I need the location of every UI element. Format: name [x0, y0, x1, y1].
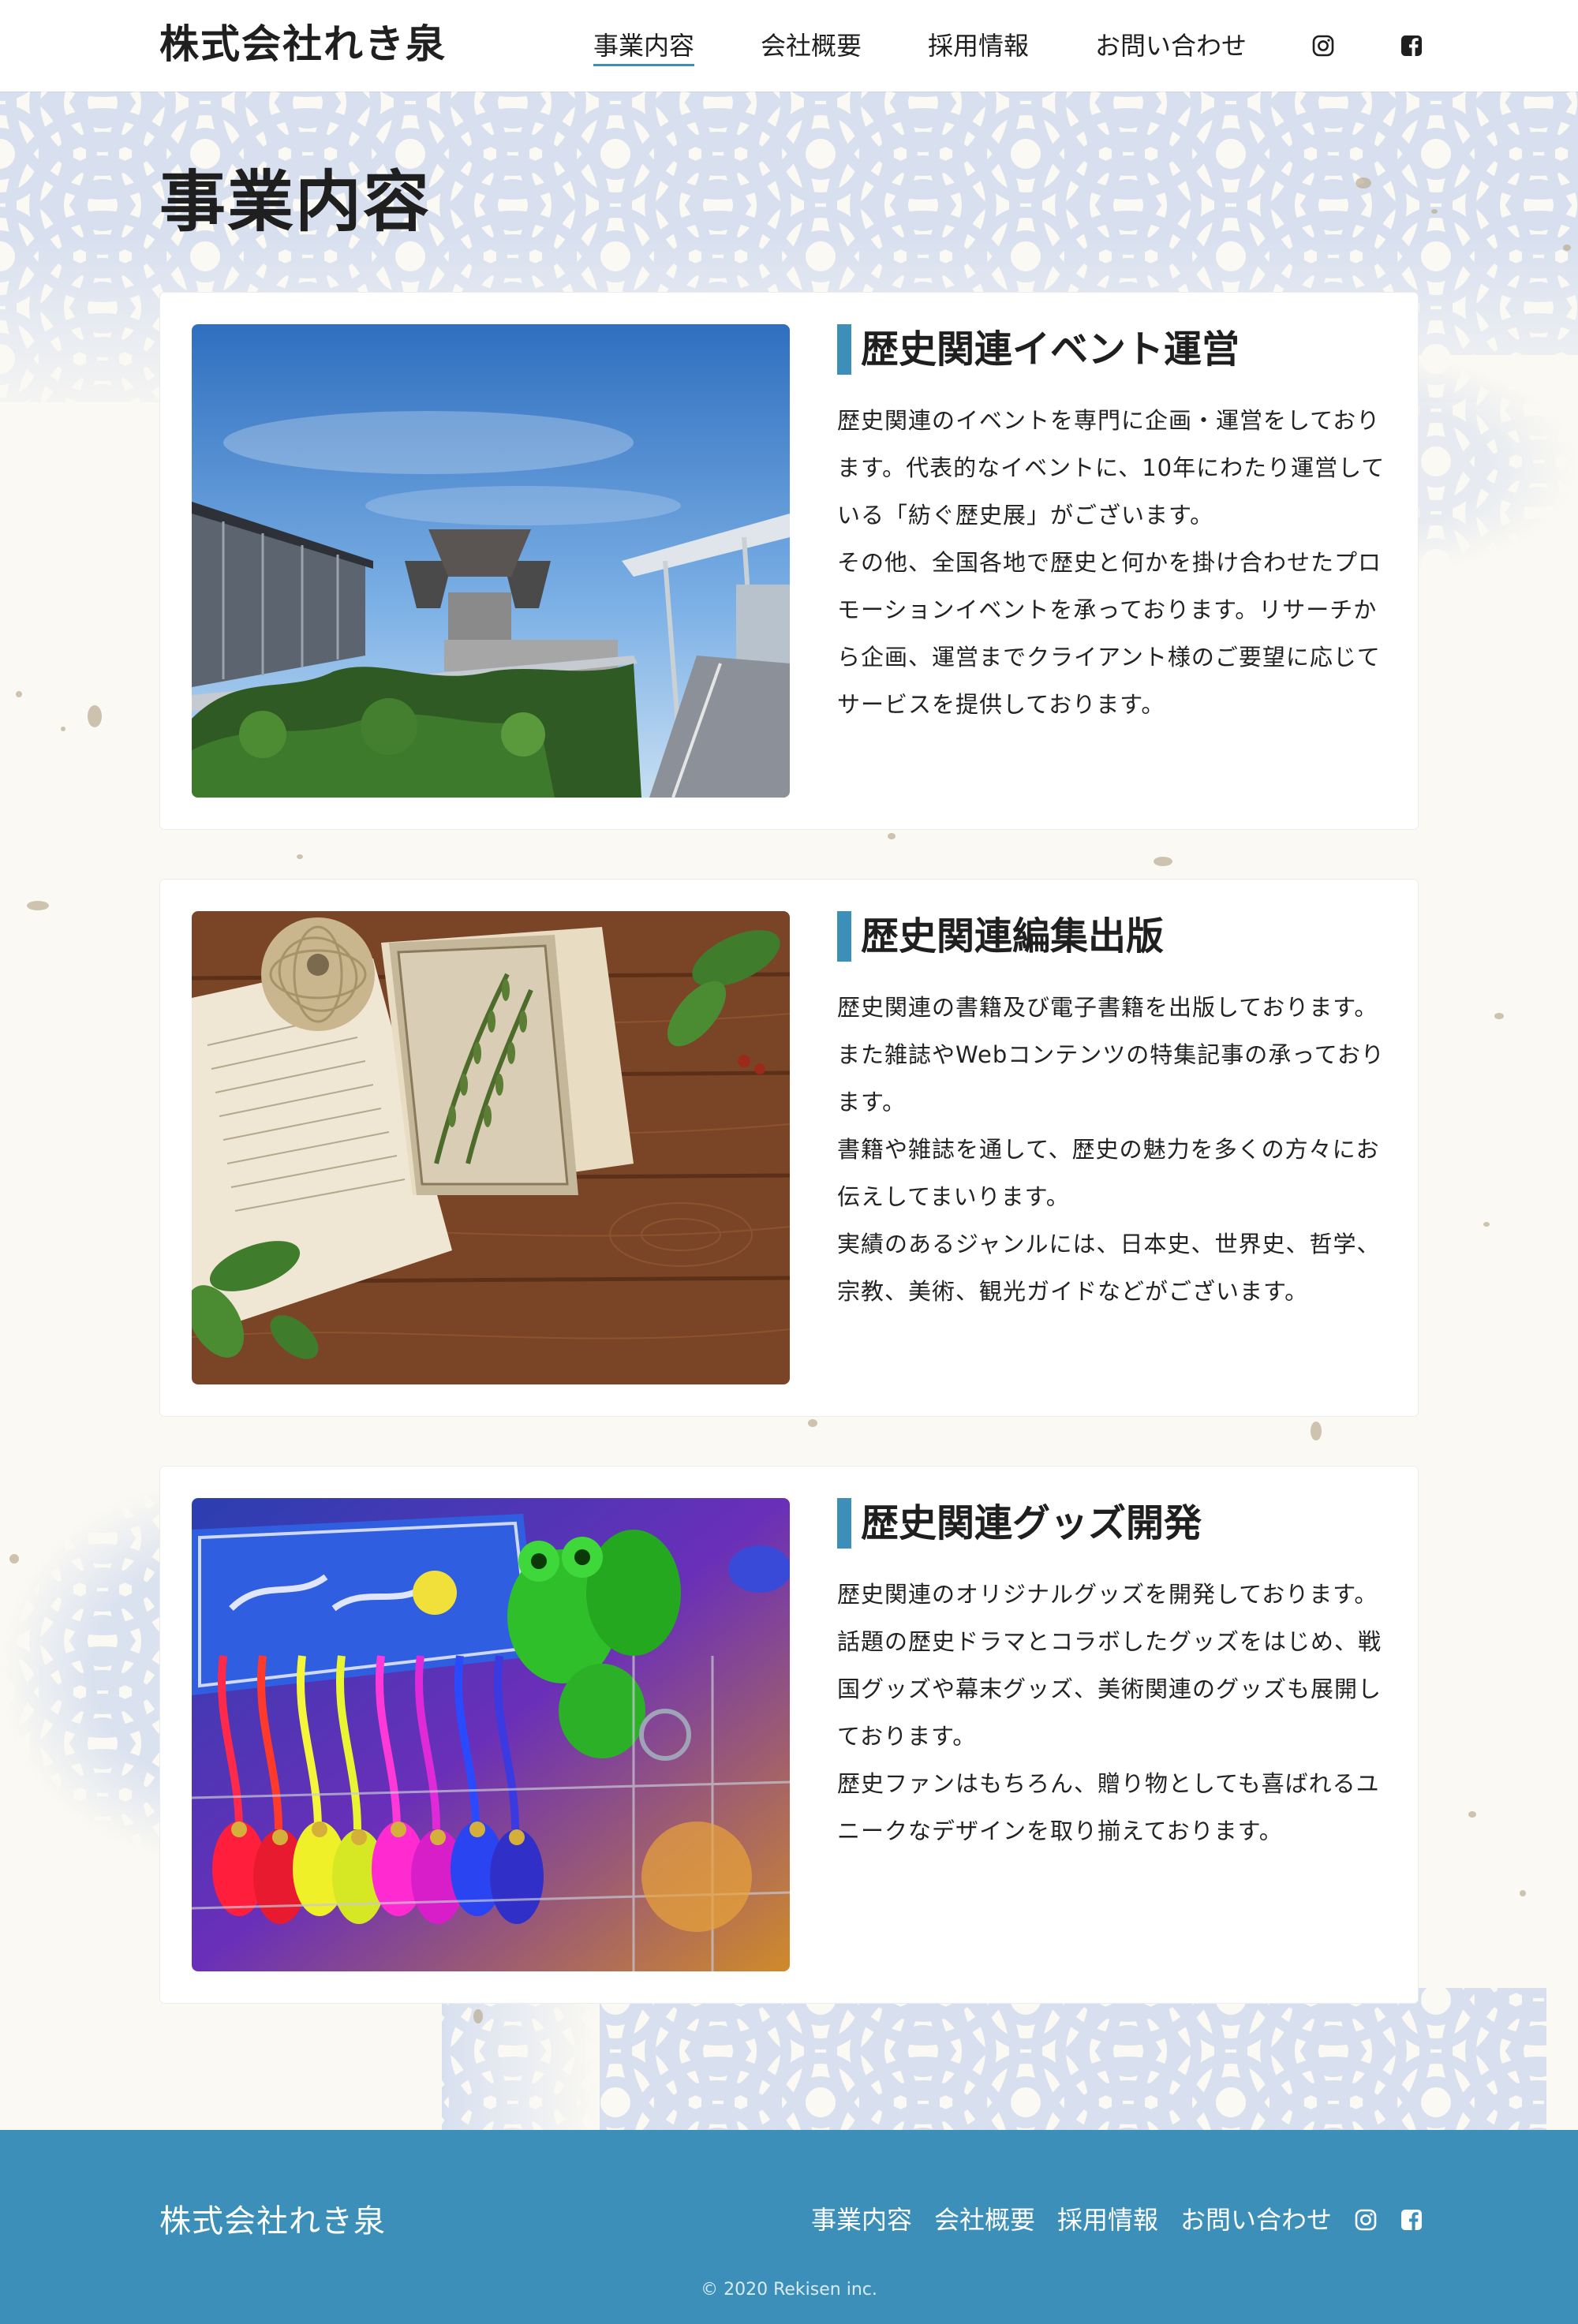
service-paragraph: 話題の歴史ドラマとコラボしたグッズをはじめ、戦国グッズや幕末グッズ、美術関連のグ… — [837, 1628, 1382, 1750]
old-books-on-table-photo — [192, 911, 790, 1384]
service-paragraph: 実績のあるジャンルには、日本史、世界史、哲学、宗教、美術、観光ガイドなどがござい… — [837, 1231, 1381, 1305]
site-logo[interactable]: 株式会社れき泉 — [159, 19, 447, 69]
service-paragraph: また雑誌やWebコンテンツの特集記事の承っております。 — [837, 1041, 1385, 1115]
copyright: © 2020 Rekisen inc. — [701, 2280, 877, 2300]
footer-nav-contact[interactable]: お問い合わせ — [1180, 2203, 1332, 2237]
footer-nav-business[interactable]: 事業内容 — [811, 2203, 912, 2237]
service-paragraph: 歴史関連のイベントを専門に企画・運営をしております。代表的なイベントに、10年に… — [837, 407, 1385, 529]
colorful-keychains-photo — [192, 1498, 790, 1971]
service-content: 歴史関連編集出版 歴史関連の書籍及び電子書籍を出版しております。 また雑誌やWe… — [837, 911, 1389, 1315]
footer-nav: 事業内容 会社概要 採用情報 お問い合わせ — [811, 2201, 1423, 2239]
nav-item-contact[interactable]: お問い合わせ — [1095, 28, 1247, 63]
site-footer: 株式会社れき泉 事業内容 会社概要 採用情報 お問い合わせ © 2020 Rek… — [0, 2130, 1578, 2324]
footer-nav-company[interactable]: 会社概要 — [934, 2203, 1035, 2237]
service-title: 歴史関連イベント運営 — [837, 324, 1389, 375]
site-header: 株式会社れき泉 事業内容 会社概要 採用情報 お問い合わせ — [0, 0, 1578, 92]
service-card-publishing: 歴史関連編集出版 歴史関連の書籍及び電子書籍を出版しております。 また雑誌やWe… — [159, 879, 1419, 1417]
instagram-icon[interactable] — [1311, 34, 1335, 58]
footer-logo[interactable]: 株式会社れき泉 — [159, 2199, 386, 2244]
main-nav: 事業内容 会社概要 採用情報 お問い合わせ — [593, 0, 1423, 92]
nav-item-company[interactable]: 会社概要 — [761, 28, 862, 63]
nav-item-business[interactable]: 事業内容 — [593, 28, 694, 66]
service-paragraph: その他、全国各地で歴史と何かを掛け合わせたプロモーションイベントを承っております… — [837, 549, 1382, 718]
service-card-goods: 歴史関連グッズ開発 歴史関連のオリジナルグッズを開発しております。 話題の歴史ド… — [159, 1466, 1419, 2004]
facebook-icon[interactable] — [1400, 34, 1423, 58]
page-title: 事業内容 — [159, 163, 432, 241]
service-description: 歴史関連の書籍及び電子書籍を出版しております。 また雑誌やWebコンテンツの特集… — [837, 984, 1389, 1315]
nav-item-recruit[interactable]: 採用情報 — [928, 28, 1029, 63]
service-paragraph: 歴史関連のオリジナルグッズを開発しております。 — [837, 1581, 1378, 1608]
facebook-icon[interactable] — [1400, 2208, 1423, 2232]
service-content: 歴史関連グッズ開発 歴史関連のオリジナルグッズを開発しております。 話題の歴史ド… — [837, 1498, 1389, 1855]
exhibition-hall-photo — [192, 324, 790, 798]
service-card-events: 歴史関連イベント運営 歴史関連のイベントを専門に企画・運営をしております。代表的… — [159, 292, 1419, 830]
service-title: 歴史関連編集出版 — [837, 911, 1389, 962]
service-title: 歴史関連グッズ開発 — [837, 1498, 1389, 1549]
service-content: 歴史関連イベント運営 歴史関連のイベントを専門に企画・運営をしております。代表的… — [837, 324, 1389, 728]
service-paragraph: 書籍や雑誌を通して、歴史の魅力を多くの方々にお伝えしてまいります。 — [837, 1136, 1380, 1210]
footer-nav-recruit[interactable]: 採用情報 — [1057, 2203, 1158, 2237]
instagram-icon[interactable] — [1354, 2208, 1378, 2232]
service-paragraph: 歴史ファンはもちろん、贈り物としても喜ばれるユニークなデザインを取り揃えておりま… — [837, 1770, 1380, 1844]
service-paragraph: 歴史関連の書籍及び電子書籍を出版しております。 — [837, 994, 1378, 1021]
service-description: 歴史関連のイベントを専門に企画・運営をしております。代表的なイベントに、10年に… — [837, 397, 1389, 728]
service-description: 歴史関連のオリジナルグッズを開発しております。 話題の歴史ドラマとコラボしたグッ… — [837, 1571, 1389, 1855]
